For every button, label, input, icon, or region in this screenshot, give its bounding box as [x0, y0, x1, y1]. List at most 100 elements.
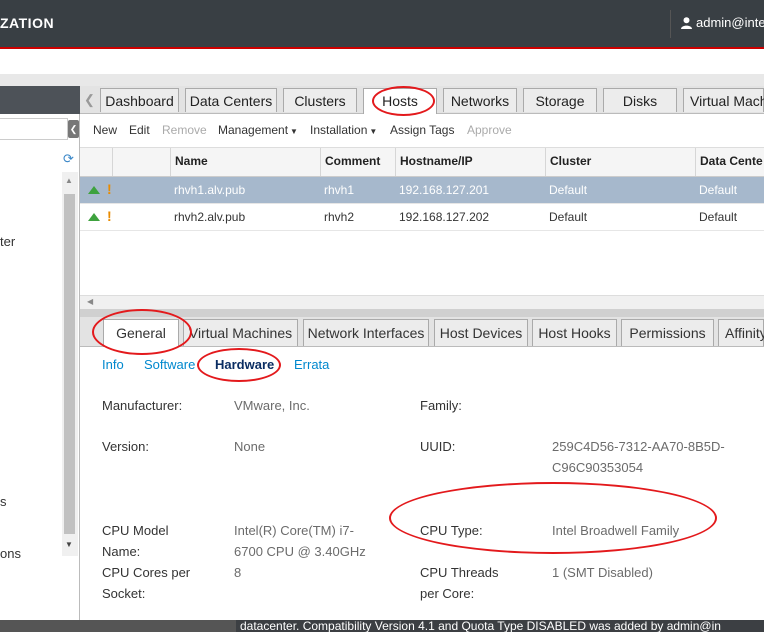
management-dropdown[interactable]: Management ▼ — [218, 123, 298, 137]
cpu-model-value-line1: Intel(R) Core(TM) i7- — [234, 523, 354, 538]
host-cluster[interactable]: Default — [549, 210, 587, 224]
version-value: None — [234, 439, 266, 454]
column-divider — [695, 148, 696, 176]
approve-button[interactable]: Approve — [467, 123, 512, 137]
cpu-type-value: Intel Broadwell Family — [552, 523, 680, 538]
column-divider — [320, 148, 321, 176]
tab-networks[interactable]: Networks — [443, 88, 517, 112]
remove-button[interactable]: Remove — [162, 123, 207, 137]
collapse-panel-icon[interactable]: ❮ — [68, 120, 79, 138]
tab-software[interactable]: Software — [144, 357, 195, 372]
scrollbar-thumb[interactable] — [64, 194, 75, 534]
panel-splitter[interactable] — [80, 309, 764, 317]
edit-button[interactable]: Edit — [129, 123, 150, 137]
tab-hardware[interactable]: Hardware — [215, 357, 274, 372]
tab-dashboard[interactable]: Dashboard — [100, 88, 179, 112]
uuid-value-line1: 259C4D56-7312-AA70-8B5D- — [552, 439, 725, 454]
grid-empty-area — [80, 231, 764, 295]
topbar-divider — [670, 10, 671, 38]
cpu-cores-value: 8 — [234, 565, 242, 580]
tab-info[interactable]: Info — [102, 357, 124, 372]
cpu-model-label-line1: CPU Model — [102, 523, 169, 538]
assign-tags-button[interactable]: Assign Tags — [390, 123, 454, 137]
tab-virtual-machines[interactable]: Virtual Mach — [683, 88, 764, 112]
host-up-icon — [88, 186, 100, 194]
host-up-icon — [88, 213, 100, 221]
cpu-type-label: CPU Type: — [420, 523, 483, 538]
version-label: Version: — [102, 439, 149, 454]
column-divider — [112, 148, 113, 176]
host-ip: 192.168.127.202 — [399, 210, 490, 224]
cpu-threads-label-line2: per Core: — [420, 586, 475, 601]
tab-errata[interactable]: Errata — [294, 357, 329, 372]
cpu-model-label-line2: Name: — [102, 544, 141, 559]
host-datacenter[interactable]: Default — [699, 210, 737, 224]
host-comment: rhvh1 — [324, 183, 355, 197]
user-menu[interactable]: admin@inte — [681, 15, 764, 30]
tree-item[interactable]: s — [0, 494, 7, 509]
new-button[interactable]: New — [93, 123, 117, 137]
column-header-datacenter[interactable]: Data Cente — [700, 154, 763, 168]
tab-scroll-left-icon[interactable]: ❮ — [84, 92, 95, 108]
manufacturer-label: Manufacturer: — [102, 398, 183, 413]
scroll-down-icon[interactable]: ▼ — [65, 540, 73, 549]
cpu-cores-label-line1: CPU Cores per — [102, 565, 191, 580]
tab-data-centers[interactable]: Data Centers — [185, 88, 277, 112]
left-panel-search-input[interactable] — [0, 118, 68, 140]
tree-item[interactable]: ons — [0, 546, 21, 561]
tab-affinity[interactable]: Affinity — [718, 319, 764, 346]
tab-host-devices[interactable]: Host Devices — [434, 319, 528, 346]
refresh-icon[interactable]: ⟳ — [63, 151, 74, 167]
scroll-up-icon[interactable]: ▲ — [65, 176, 73, 185]
top-bar — [0, 0, 764, 48]
host-cluster[interactable]: Default — [549, 183, 587, 197]
left-panel-header — [0, 86, 80, 114]
host-ip: 192.168.127.201 — [399, 183, 490, 197]
caret-down-icon: ▼ — [369, 127, 378, 136]
scroll-left-icon[interactable]: ◀ — [87, 297, 93, 306]
tab-clusters[interactable]: Clusters — [283, 88, 357, 112]
uuid-label: UUID: — [420, 439, 456, 454]
host-comment: rhvh2 — [324, 210, 355, 224]
column-header-name[interactable]: Name — [175, 154, 208, 168]
column-divider — [395, 148, 396, 176]
user-icon — [681, 16, 692, 29]
user-name: admin@inte — [696, 15, 764, 30]
column-header-cluster[interactable]: Cluster — [550, 154, 591, 168]
tab-hosts[interactable]: Hosts — [363, 88, 437, 114]
warning-icon: ! — [107, 208, 112, 224]
tab-virtual-machines-sub[interactable]: Virtual Machines — [183, 319, 298, 346]
host-name[interactable]: rhvh2.alv.pub — [174, 210, 245, 224]
manufacturer-value: VMware, Inc. — [234, 398, 310, 413]
cpu-threads-value: 1 (SMT Disabled) — [552, 565, 653, 580]
notification-bar — [0, 49, 764, 74]
management-label: Management — [218, 123, 289, 137]
cpu-threads-label-line1: CPU Threads — [420, 565, 499, 580]
tab-host-hooks[interactable]: Host Hooks — [532, 319, 617, 346]
installation-dropdown[interactable]: Installation ▼ — [310, 123, 377, 137]
status-bar-left — [0, 620, 236, 632]
uuid-value-line2: C96C90353054 — [552, 460, 644, 475]
tab-storage[interactable]: Storage — [523, 88, 597, 112]
family-label: Family: — [420, 398, 462, 413]
column-divider — [545, 148, 546, 176]
installation-label: Installation — [310, 123, 368, 137]
column-divider — [170, 148, 171, 176]
cpu-model-value-line2: 6700 CPU @ 3.40GHz — [234, 544, 366, 559]
tab-network-interfaces[interactable]: Network Interfaces — [303, 319, 429, 346]
cpu-cores-label-line2: Socket: — [102, 586, 146, 601]
left-panel-scrollbar[interactable]: ▲ ▼ — [62, 172, 78, 556]
host-name[interactable]: rhvh1.alv.pub — [174, 183, 245, 197]
host-datacenter[interactable]: Default — [699, 183, 737, 197]
warning-icon: ! — [107, 181, 112, 197]
tab-permissions[interactable]: Permissions — [621, 319, 714, 346]
grid-horizontal-scrollbar[interactable]: ◀ — [80, 295, 764, 310]
brand-title: ZATION — [0, 15, 55, 31]
caret-down-icon: ▼ — [290, 127, 298, 136]
tab-disks[interactable]: Disks — [603, 88, 677, 112]
column-header-comment[interactable]: Comment — [325, 154, 380, 168]
column-header-hostname[interactable]: Hostname/IP — [400, 154, 473, 168]
tab-general[interactable]: General — [103, 319, 179, 348]
tree-item[interactable]: ter — [0, 234, 15, 249]
status-message[interactable]: datacenter. Compatibility Version 4.1 an… — [240, 619, 721, 633]
